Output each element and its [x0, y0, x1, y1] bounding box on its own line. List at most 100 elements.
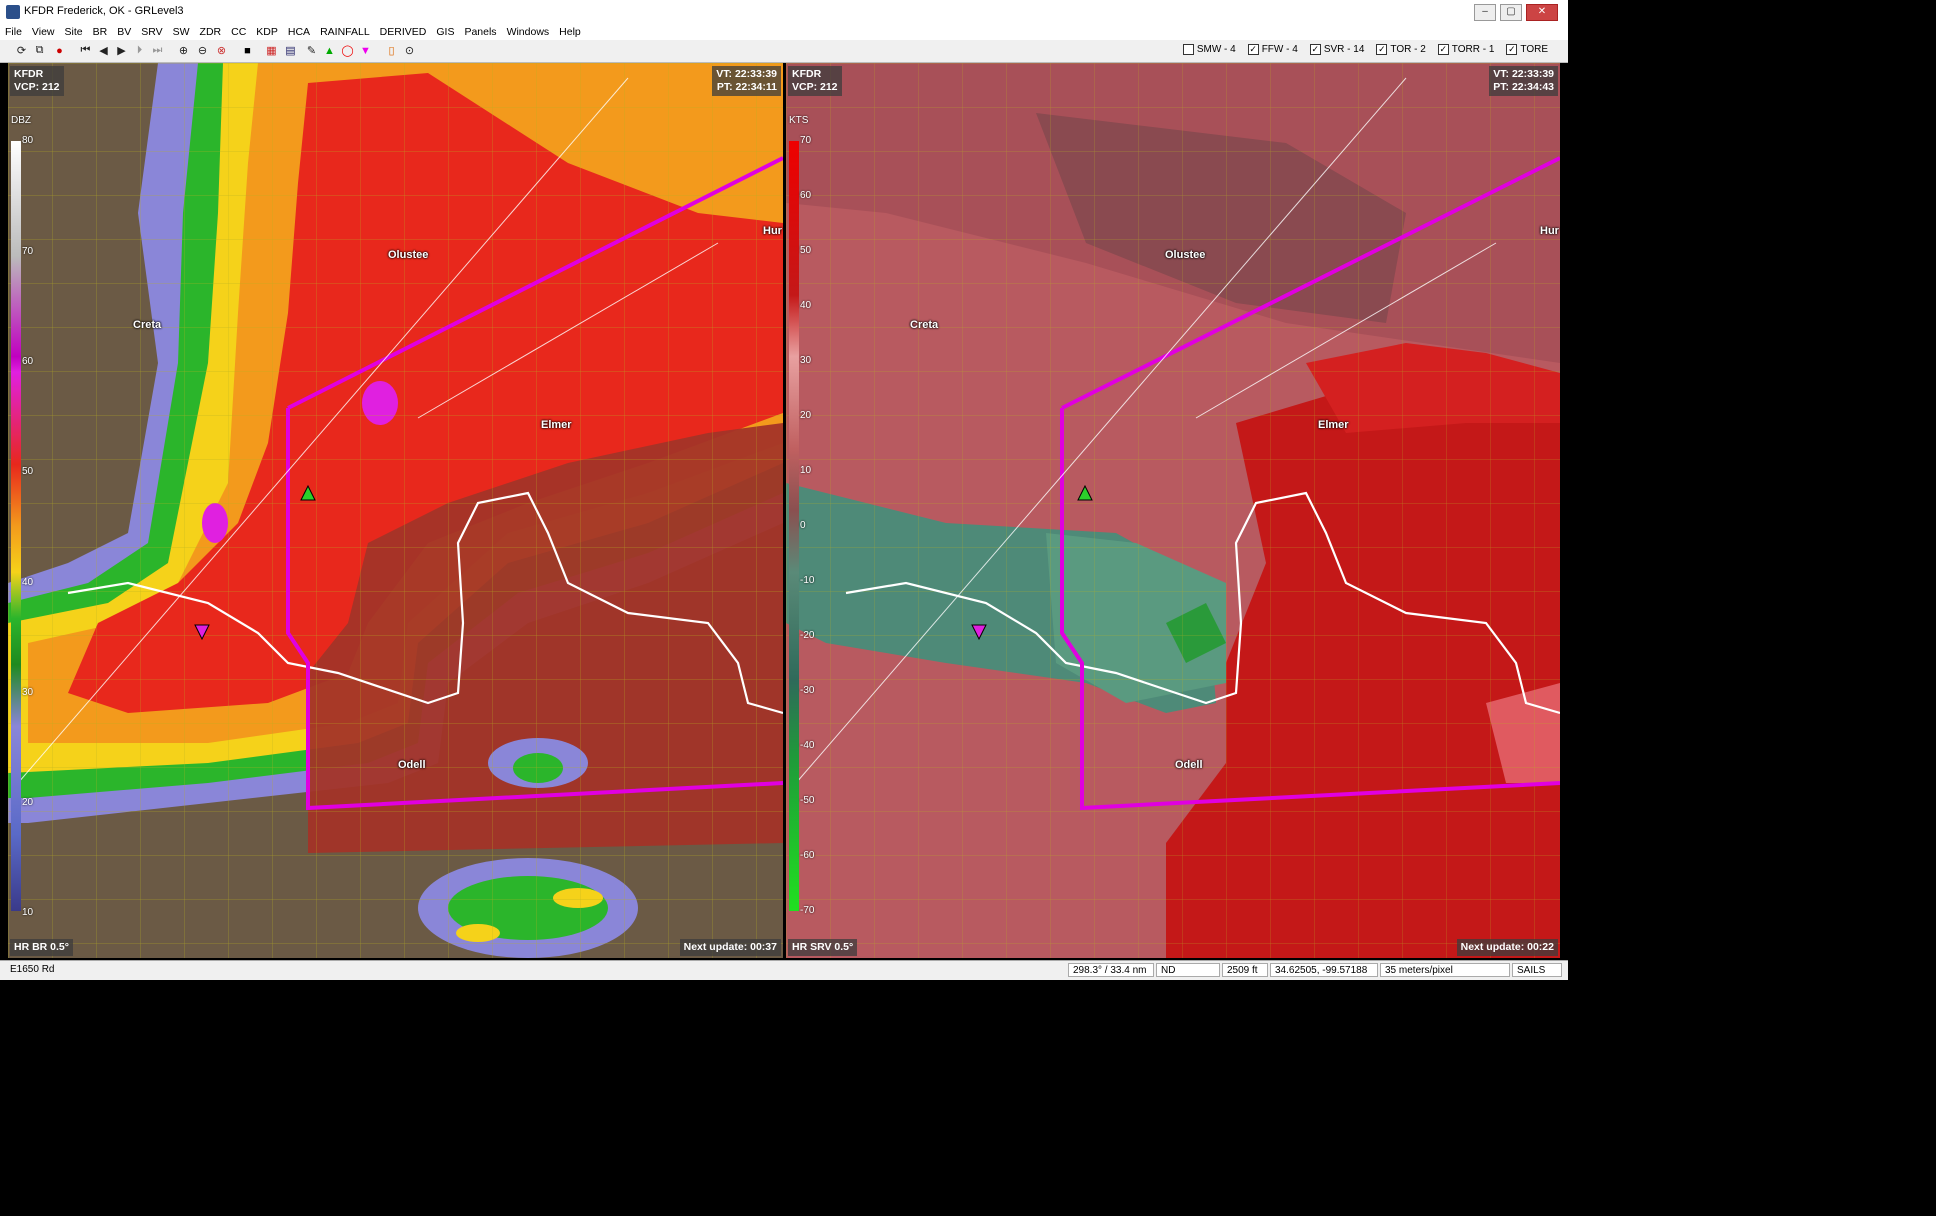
menu-hca[interactable]: HCA [283, 26, 315, 38]
scale-label: 50 [22, 466, 34, 477]
reflectivity-map[interactable] [8, 63, 783, 958]
status-coords: 34.62505, -99.57188 [1270, 963, 1378, 977]
scale-label: 0 [800, 520, 806, 531]
first-frame-icon[interactable]: ⏮ [78, 43, 93, 58]
zoom-in-icon[interactable]: ⊕ [176, 43, 191, 58]
town-elmer: Elmer [541, 419, 572, 431]
last-frame-icon[interactable]: ⏭ [150, 43, 165, 58]
scale-label: 10 [22, 907, 34, 918]
time-info: VT: 22:33:39 PT: 22:34:43 [1489, 66, 1558, 96]
site-name: KFDR [14, 68, 44, 80]
menu-rainfall[interactable]: RAINFALL [315, 26, 375, 38]
scale-label: 20 [22, 797, 34, 808]
record-icon[interactable]: ● [52, 43, 67, 58]
status-height: 2509 ft [1222, 963, 1268, 977]
product-time: PT: 22:34:11 [716, 81, 777, 93]
next-frame-icon[interactable]: ⏵ [132, 43, 147, 58]
scale-label: 50 [800, 245, 812, 256]
scale-label: 60 [800, 190, 812, 201]
storm-track-icon[interactable]: ▯ [384, 43, 399, 58]
scale-label: 40 [22, 577, 34, 588]
menu-view[interactable]: View [27, 26, 60, 38]
site-name: KFDR [792, 68, 822, 80]
checkbox-icon[interactable]: ✓ [1437, 44, 1449, 55]
maximize-button[interactable]: ▢ [1500, 4, 1522, 21]
vcp-label: VCP: 212 [792, 81, 838, 93]
menu-site[interactable]: Site [60, 26, 88, 38]
scale-label: -20 [800, 630, 815, 641]
menu-derived[interactable]: DERIVED [375, 26, 432, 38]
town-odell: Odell [398, 759, 426, 771]
menu-file[interactable]: File [0, 26, 27, 38]
minimize-button[interactable]: – [1474, 4, 1496, 21]
warning-tor[interactable]: ✓ TOR - 2 [1376, 44, 1426, 55]
prev-frame-icon[interactable]: ◀ [96, 43, 111, 58]
product-label: HR BR 0.5° [10, 939, 73, 956]
town-creta: Creta [910, 319, 939, 331]
settings-icon[interactable]: ⊙ [402, 43, 417, 58]
town-hur: Hur [1540, 225, 1559, 237]
scale-label: 70 [22, 246, 34, 257]
scale-label: -30 [800, 685, 815, 696]
checkbox-icon[interactable] [1182, 44, 1194, 55]
stop-icon[interactable]: ■ [240, 43, 255, 58]
menu-help[interactable]: Help [554, 26, 586, 38]
menu-cc[interactable]: CC [226, 26, 251, 38]
velocity-map[interactable] [786, 63, 1560, 958]
checkbox-icon[interactable]: ✓ [1376, 44, 1388, 55]
radar-site-info: KFDR VCP: 212 [10, 66, 64, 96]
zoom-reset-icon[interactable]: ⊗ [214, 43, 229, 58]
status-bearing: 298.3° / 33.4 nm [1068, 963, 1154, 977]
checkbox-icon[interactable]: ✓ [1506, 44, 1518, 55]
scale-label: -60 [800, 850, 815, 861]
warning-tore[interactable]: ✓ TORE [1506, 44, 1548, 55]
scale-label: -40 [800, 740, 815, 751]
scale-unit: DBZ [11, 115, 31, 126]
warning-ffw[interactable]: ✓ FFW - 4 [1247, 44, 1298, 55]
layers-icon[interactable]: ▦ [264, 43, 279, 58]
meso-circle-icon[interactable]: ◯ [340, 43, 355, 58]
valid-time: VT: 22:33:39 [716, 68, 777, 80]
refresh-icon[interactable]: ⟳ [14, 43, 29, 58]
scale-label: 70 [800, 135, 812, 146]
scale-label: -50 [800, 795, 815, 806]
menu-srv[interactable]: SRV [136, 26, 167, 38]
radar-site-info: KFDR VCP: 212 [788, 66, 842, 96]
hail-triangle-icon[interactable]: ▼ [358, 43, 373, 58]
checkbox-icon[interactable]: ✓ [1247, 44, 1259, 55]
next-update: Next update: 00:37 [679, 939, 781, 956]
product-time: PT: 22:34:43 [1493, 81, 1554, 93]
checkbox-icon[interactable]: ✓ [1309, 44, 1321, 55]
time-info: VT: 22:33:39 PT: 22:34:11 [712, 66, 781, 96]
menu-sw[interactable]: SW [168, 26, 195, 38]
pencil-icon[interactable]: ✎ [304, 43, 319, 58]
tvs-triangle-icon[interactable]: ▲ [322, 43, 337, 58]
warning-smw[interactable]: SMW - 4 [1182, 44, 1236, 55]
status-bar: E1650 Rd 298.3° / 33.4 nm ND 2509 ft 34.… [0, 960, 1568, 980]
town-olustee: Olustee [388, 249, 429, 261]
menu-bv[interactable]: BV [112, 26, 136, 38]
menu-gis[interactable]: GIS [431, 26, 459, 38]
copy-icon[interactable]: ⧉ [32, 43, 47, 58]
play-icon[interactable]: ▶ [114, 43, 129, 58]
status-resolution: 35 meters/pixel [1380, 963, 1510, 977]
warning-svr[interactable]: ✓ SVR - 14 [1309, 44, 1364, 55]
zoom-out-icon[interactable]: ⊖ [195, 43, 210, 58]
close-button[interactable]: ✕ [1526, 4, 1558, 21]
map-icon[interactable]: ▤ [283, 43, 298, 58]
menu-panels[interactable]: Panels [459, 26, 501, 38]
town-creta: Creta [133, 319, 162, 331]
menu-bar: File View Site BR BV SRV SW ZDR CC KDP H… [0, 24, 1568, 40]
scale-label: 60 [22, 356, 34, 367]
reflectivity-panel[interactable]: KFDR VCP: 212 VT: 22:33:39 PT: 22:34:11 … [8, 63, 783, 958]
scale-label: 80 [22, 135, 34, 146]
velocity-panel[interactable]: KFDR VCP: 212 VT: 22:33:39 PT: 22:34:43 … [786, 63, 1560, 958]
scale-label: 20 [800, 410, 812, 421]
menu-windows[interactable]: Windows [502, 26, 555, 38]
menu-kdp[interactable]: KDP [251, 26, 283, 38]
app-icon [6, 5, 20, 19]
menu-br[interactable]: BR [88, 26, 113, 38]
warning-torr[interactable]: ✓ TORR - 1 [1437, 44, 1494, 55]
menu-zdr[interactable]: ZDR [195, 26, 227, 38]
scale-label: 40 [800, 300, 812, 311]
